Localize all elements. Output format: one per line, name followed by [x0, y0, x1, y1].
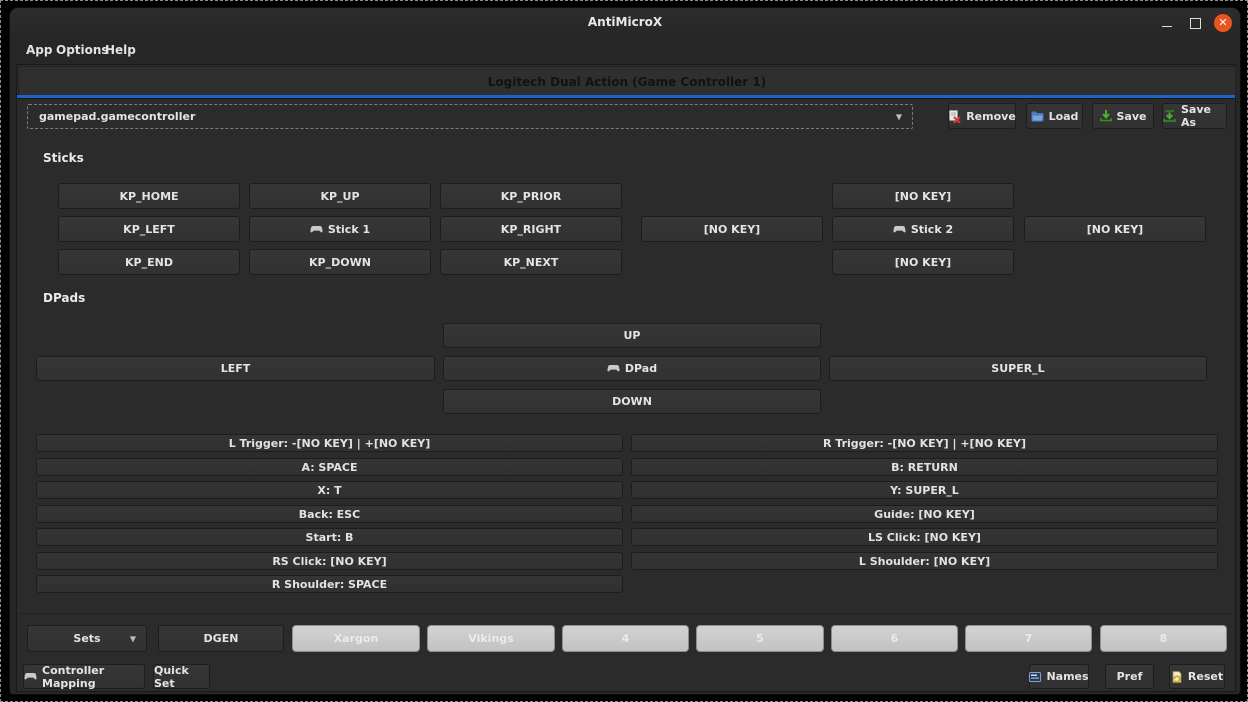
gamepad-icon	[893, 225, 906, 234]
screenshot: AntiMicroX ✕ App Options Help Logitech D…	[0, 0, 1248, 702]
dpad-left-button[interactable]: LEFT	[36, 356, 435, 381]
stick1-up-button[interactable]: KP_UP	[249, 183, 431, 209]
stick1-up-right-button[interactable]: KP_PRIOR	[440, 183, 622, 209]
sets-divider	[18, 613, 1234, 614]
sticks-heading: Sticks	[43, 151, 84, 165]
save-as-button[interactable]: Save As	[1162, 103, 1227, 129]
controller-tab[interactable]: Logitech Dual Action (Game Controller 1)	[18, 66, 1236, 96]
save-icon	[1100, 110, 1112, 122]
quick-set-button[interactable]: Quick Set	[153, 664, 210, 689]
minimize-button[interactable]	[1158, 14, 1176, 32]
remove-profile-icon	[948, 110, 961, 123]
chevron-down-icon: ▼	[896, 112, 902, 121]
dpad-button[interactable]: DPad	[443, 356, 821, 381]
save-as-icon	[1163, 110, 1176, 122]
stick1-left-button[interactable]: KP_LEFT	[58, 216, 240, 242]
a-button[interactable]: A: SPACE	[36, 458, 623, 476]
sets-dropdown-label: Sets	[73, 632, 100, 645]
maximize-icon	[1190, 18, 1201, 29]
profile-select-value: gamepad.gamecontroller	[39, 110, 195, 123]
dpad-up-button[interactable]: UP	[443, 323, 821, 348]
y-button[interactable]: Y: SUPER_L	[631, 481, 1218, 499]
gamepad-icon	[310, 225, 323, 234]
x-button[interactable]: X: T	[36, 481, 623, 499]
dpad-right-button[interactable]: SUPER_L	[829, 356, 1207, 381]
remove-button[interactable]: Remove	[948, 103, 1016, 129]
r-shoulder-button[interactable]: R Shoulder: SPACE	[36, 575, 623, 593]
title-bar[interactable]: AntiMicroX ✕	[10, 8, 1240, 38]
close-button[interactable]: ✕	[1214, 14, 1232, 32]
stick1-down-right-button[interactable]: KP_NEXT	[440, 249, 622, 275]
gamepad-icon	[24, 672, 37, 681]
close-icon: ✕	[1218, 14, 1227, 32]
reset-icon	[1171, 671, 1183, 683]
set-tab-7[interactable]: 7	[965, 625, 1092, 652]
stick2-down-button[interactable]: [NO KEY]	[832, 249, 1014, 275]
stick2-button[interactable]: Stick 2	[832, 216, 1014, 242]
stick1-down-button[interactable]: KP_DOWN	[249, 249, 431, 275]
maximize-button[interactable]	[1186, 14, 1204, 32]
folder-open-icon	[1031, 111, 1044, 122]
set-tab-5[interactable]: 5	[696, 625, 824, 652]
rs-click-button[interactable]: RS Click: [NO KEY]	[36, 552, 623, 570]
load-button[interactable]: Load	[1026, 103, 1083, 129]
b-button[interactable]: B: RETURN	[631, 458, 1218, 476]
ls-click-button[interactable]: LS Click: [NO KEY]	[631, 528, 1218, 546]
l-trigger-button[interactable]: L Trigger: -[NO KEY] | +[NO KEY]	[36, 434, 623, 452]
pref-button[interactable]: Pref	[1105, 664, 1154, 689]
antimicrox-window: AntiMicroX ✕ App Options Help Logitech D…	[9, 7, 1241, 695]
gamepad-icon	[607, 364, 620, 373]
save-button[interactable]: Save	[1092, 103, 1154, 129]
stick2-up-button[interactable]: [NO KEY]	[832, 183, 1014, 209]
dpads-heading: DPads	[43, 291, 85, 305]
controller-mapping-button[interactable]: Controller Mapping	[23, 664, 145, 689]
chevron-down-icon: ▼	[130, 634, 136, 643]
guide-button[interactable]: Guide: [NO KEY]	[631, 505, 1218, 523]
stick1-down-left-button[interactable]: KP_END	[58, 249, 240, 275]
stick1-button[interactable]: Stick 1	[249, 216, 431, 242]
r-trigger-button[interactable]: R Trigger: -[NO KEY] | +[NO KEY]	[631, 434, 1218, 452]
l-shoulder-button[interactable]: L Shoulder: [NO KEY]	[631, 552, 1218, 570]
set-tab-3[interactable]: Vikings	[427, 625, 555, 652]
sets-dropdown[interactable]: Sets ▼	[27, 625, 147, 652]
names-button[interactable]: Names	[1029, 664, 1089, 689]
stick2-right-button[interactable]: [NO KEY]	[1024, 216, 1206, 242]
window-title: AntiMicroX	[10, 15, 1240, 29]
menu-bar: App Options Help	[10, 38, 1240, 62]
back-button[interactable]: Back: ESC	[36, 505, 623, 523]
set-tab-8[interactable]: 8	[1100, 625, 1227, 652]
dpad-down-button[interactable]: DOWN	[443, 389, 821, 414]
minimize-icon	[1162, 26, 1172, 27]
stick2-left-button[interactable]: [NO KEY]	[641, 216, 823, 242]
stick1-up-left-button[interactable]: KP_HOME	[58, 183, 240, 209]
set-tab-1-active[interactable]: DGEN	[158, 625, 284, 652]
reset-button[interactable]: Reset	[1169, 664, 1225, 689]
set-tab-4[interactable]: 4	[562, 625, 689, 652]
stick1-right-button[interactable]: KP_RIGHT	[440, 216, 622, 242]
set-tab-2[interactable]: Xargon	[292, 625, 420, 652]
menu-help[interactable]: Help	[101, 42, 140, 58]
names-icon	[1029, 672, 1041, 682]
profile-select[interactable]: gamepad.gamecontroller ▼	[27, 104, 913, 129]
start-button[interactable]: Start: B	[36, 528, 623, 546]
controller-tab-label: Logitech Dual Action (Game Controller 1)	[19, 75, 1235, 89]
set-tab-6[interactable]: 6	[831, 625, 958, 652]
main-frame: Logitech Dual Action (Game Controller 1)…	[16, 64, 1236, 692]
